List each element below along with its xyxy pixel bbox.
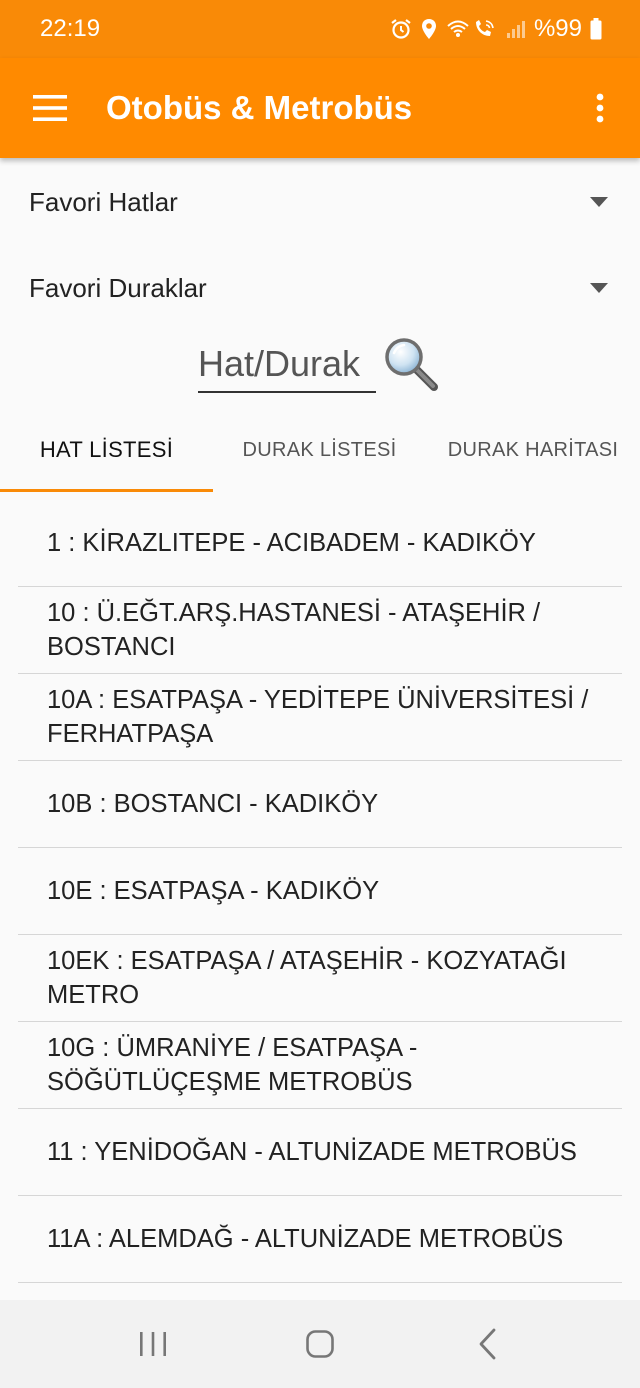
list-item[interactable]: 1 : KİRAZLITEPE - ACIBADEM - KADIKÖY [18,500,622,587]
battery-percent: %99 [533,15,582,42]
alarm-icon [391,19,411,39]
more-vertical-icon [596,93,604,123]
tab-stop-map-label: DURAK HARİTASI [447,438,619,461]
home-icon [306,1330,334,1358]
favorite-lines-dropdown[interactable]: Favori Hatlar [0,159,640,245]
list-item[interactable]: 10EK : ESATPAŞA / ATAŞEHİR - KOZYATAĞI M… [18,935,622,1022]
search-input[interactable] [198,337,376,393]
list-item-label: 11 : YENİDOĞAN - ALTUNİZADE METROBÜS [47,1138,577,1166]
status-time: 22:19 [40,15,101,42]
hamburger-menu-icon [33,95,67,121]
chevron-down-icon [590,197,608,207]
list-item-label: 10B : BOSTANCI - KADIKÖY [47,790,379,818]
list-item[interactable]: 10B : BOSTANCI - KADIKÖY [18,761,622,848]
recent-apps-button[interactable] [123,1314,183,1374]
tab-bar: HAT LİSTESİ DURAK LİSTESİ DURAK HARİTASI [0,408,640,492]
app-title: Otobüs & Metrobüs [106,89,413,126]
favorite-stops-dropdown[interactable]: Favori Duraklar [0,245,640,331]
status-bar: 22:19 %99 [0,0,640,58]
list-item-label: 10A : ESATPAŞA - YEDİTEPE ÜNİVERSİTESİ /… [47,686,589,748]
list-item-label: 1 : KİRAZLITEPE - ACIBADEM - KADIKÖY [47,529,536,557]
system-nav-bar [0,1300,640,1388]
overflow-menu-button[interactable] [560,58,640,158]
list-item-label: 10 : Ü.EĞT.ARŞ.HASTANESİ - ATAŞEHİR / BO… [47,599,541,661]
tab-stop-list-label: DURAK LİSTESİ [242,438,397,461]
list-item-label: 10G : ÜMRANİYE / ESATPAŞA - SÖĞÜTLÜÇEŞME… [47,1034,418,1096]
recent-apps-icon [140,1332,167,1356]
battery-icon [590,18,602,40]
list-item-label: 11A : ALEMDAĞ - ALTUNİZADE METROBÜS [47,1225,564,1253]
hamburger-menu-button[interactable] [0,58,100,158]
app-bar: Otobüs & Metrobüs [0,58,640,158]
magnifier-icon[interactable] [382,335,442,395]
list-item[interactable]: 11A : ALEMDAĞ - ALTUNİZADE METROBÜS [18,1196,622,1283]
back-button[interactable] [457,1314,517,1374]
location-icon [421,19,436,39]
list-item[interactable]: 10 : Ü.EĞT.ARŞ.HASTANESİ - ATAŞEHİR / BO… [18,587,622,674]
line-list: 1 : KİRAZLITEPE - ACIBADEM - KADIKÖY 10 … [18,500,622,1283]
tab-line-list[interactable]: HAT LİSTESİ [0,408,213,492]
favorite-lines-label: Favori Hatlar [29,186,178,217]
list-item-label: 10E : ESATPAŞA - KADIKÖY [47,877,380,905]
back-icon [479,1328,496,1360]
wifi-call-icon [447,20,494,37]
signal-icon [506,21,525,38]
tab-line-list-label: HAT LİSTESİ [39,437,174,462]
status-icons: %99 [390,15,602,43]
list-item[interactable]: 10G : ÜMRANİYE / ESATPAŞA - SÖĞÜTLÜÇEŞME… [18,1022,622,1109]
list-item-label: 10EK : ESATPAŞA / ATAŞEHİR - KOZYATAĞI M… [47,947,567,1009]
chevron-down-icon [590,283,608,293]
tab-stop-map[interactable]: DURAK HARİTASI [426,408,640,492]
list-item[interactable]: 10A : ESATPAŞA - YEDİTEPE ÜNİVERSİTESİ /… [18,674,622,761]
home-button[interactable] [290,1314,350,1374]
list-item[interactable]: 10E : ESATPAŞA - KADIKÖY [18,848,622,935]
search-bar [0,335,640,395]
tab-stop-list[interactable]: DURAK LİSTESİ [213,408,426,492]
favorite-stops-label: Favori Duraklar [29,272,207,303]
list-item[interactable]: 11 : YENİDOĞAN - ALTUNİZADE METROBÜS [18,1109,622,1196]
